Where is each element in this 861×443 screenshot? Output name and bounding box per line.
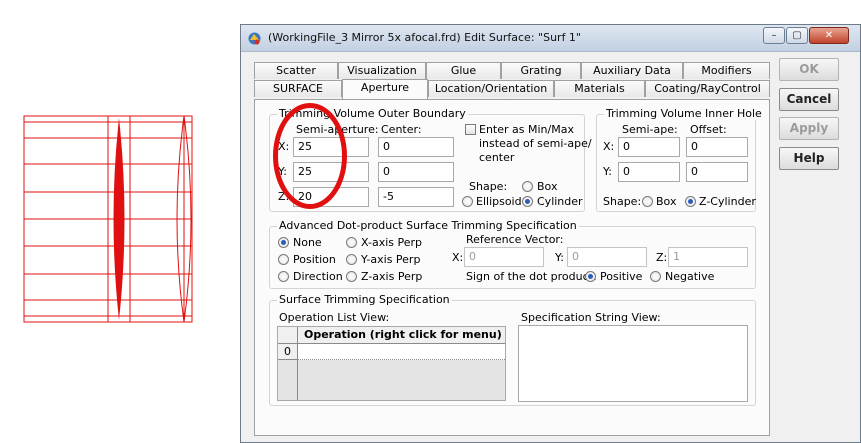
outer-y-label: Y:	[278, 165, 287, 178]
z-axis-perp-label: Z-axis Perp	[361, 270, 423, 283]
negative-radio[interactable]	[650, 271, 661, 282]
inner-x-offset-input[interactable]: 0	[686, 137, 748, 157]
positive-label: Positive	[600, 270, 643, 283]
outer-ellipsoid-radio[interactable]	[462, 196, 473, 207]
surface-trimming-title: Surface Trimming Specification	[277, 293, 452, 306]
enter-minmax-label: Enter as Min/Max	[479, 123, 574, 136]
outer-cylinder-label: Cylinder	[537, 195, 583, 208]
ref-y-input[interactable]: 0	[567, 247, 647, 267]
position-radio[interactable]	[278, 254, 289, 265]
ref-x-input[interactable]: 0	[464, 247, 544, 267]
center-label: Center:	[381, 123, 422, 136]
outer-x-semi-input[interactable]: 25	[293, 137, 369, 157]
outer-y-center-input[interactable]: 0	[378, 162, 454, 182]
z-axis-perp-radio[interactable]	[346, 271, 357, 282]
enter-minmax-label-3: center	[479, 151, 515, 164]
operation-column-header[interactable]: Operation (right click for menu)	[298, 327, 505, 344]
outer-cylinder-radio[interactable]	[522, 196, 533, 207]
dot-sign-label: Sign of the dot product:	[466, 270, 597, 283]
grid-empty-area	[298, 360, 505, 400]
outer-ellipsoid-label: Ellipsoid	[476, 195, 522, 208]
ref-y-label: Y:	[555, 251, 564, 264]
offset-label: Offset:	[690, 123, 727, 136]
outer-x-center-input[interactable]: 0	[378, 137, 454, 157]
y-axis-perp-radio[interactable]	[346, 254, 357, 265]
specification-string-label: Specification String View:	[521, 311, 661, 324]
inner-box-label: Box	[656, 195, 677, 208]
x-axis-perp-label: X-axis Perp	[361, 236, 423, 249]
outer-boundary-title: Trimming Volume Outer Boundary	[277, 107, 468, 120]
inner-box-radio[interactable]	[642, 196, 653, 207]
position-label: Position	[293, 253, 336, 266]
inner-y-label: Y:	[603, 165, 612, 178]
outer-shape-label: Shape:	[469, 180, 508, 193]
inner-zcylinder-radio[interactable]	[685, 196, 696, 207]
outer-x-label: X:	[278, 140, 290, 153]
outer-z-center-input[interactable]: -5	[378, 187, 454, 207]
y-axis-perp-label: Y-axis Perp	[361, 253, 421, 266]
inner-shape-label: Shape:	[603, 195, 642, 208]
inner-x-semi-input[interactable]: 0	[618, 137, 680, 157]
ref-z-input[interactable]: 1	[668, 247, 748, 267]
positive-radio[interactable]	[585, 271, 596, 282]
reference-vector-label: Reference Vector:	[466, 233, 564, 246]
grid-corner-cell	[278, 327, 298, 344]
operation-list-label: Operation List View:	[279, 311, 390, 324]
enter-minmax-label-2: instead of semi-ape/	[479, 137, 592, 150]
grid-row-header-empty	[278, 360, 298, 400]
outer-z-semi-input[interactable]: 20	[293, 187, 369, 207]
operation-row-cell[interactable]	[298, 344, 505, 360]
semi-ape-label: Semi-ape:	[622, 123, 678, 136]
inner-x-label: X:	[603, 140, 615, 153]
direction-radio[interactable]	[278, 271, 289, 282]
none-label: None	[293, 236, 322, 249]
ref-x-label: X:	[452, 251, 464, 264]
direction-label: Direction	[293, 270, 343, 283]
none-radio[interactable]	[278, 237, 289, 248]
semi-aperture-label: Semi-aperture:	[296, 123, 379, 136]
outer-box-label: Box	[537, 180, 558, 193]
outer-box-radio[interactable]	[522, 181, 533, 192]
inner-y-semi-input[interactable]: 0	[618, 162, 680, 182]
outer-z-label: Z:	[278, 190, 290, 203]
enter-minmax-checkbox[interactable]	[465, 124, 476, 135]
grid-row-header: 0	[278, 344, 298, 360]
specification-string-view[interactable]	[518, 325, 748, 402]
x-axis-perp-radio[interactable]	[346, 237, 357, 248]
inner-hole-title: Trimming Volume Inner Hole	[604, 107, 764, 120]
inner-y-offset-input[interactable]: 0	[686, 162, 748, 182]
advanced-title: Advanced Dot-product Surface Trimming Sp…	[277, 219, 579, 232]
inner-zcylinder-label: Z-Cylinder	[699, 195, 756, 208]
negative-label: Negative	[665, 270, 715, 283]
outer-y-semi-input[interactable]: 25	[293, 162, 369, 182]
ref-z-label: Z:	[656, 251, 668, 264]
